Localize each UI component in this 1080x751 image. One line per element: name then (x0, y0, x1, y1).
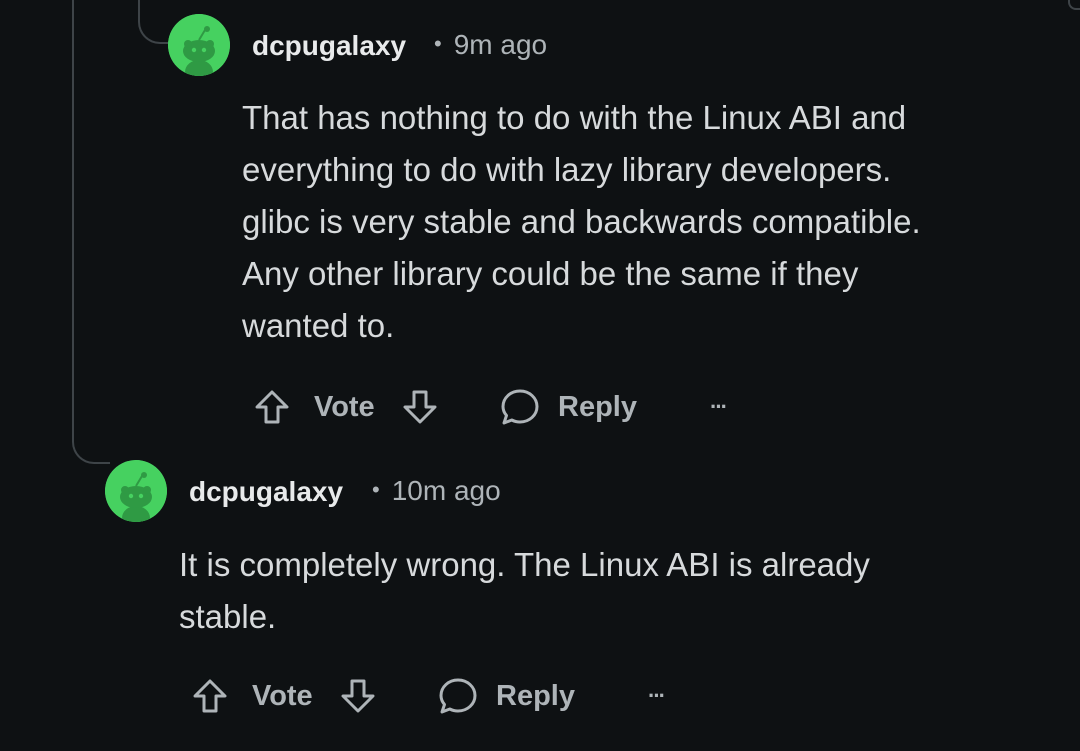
reply-bubble-icon (498, 385, 542, 429)
more-options-icon: ··· (648, 683, 666, 708)
comment-actions: Vote Reply ··· (188, 666, 708, 726)
comment-timestamp[interactable]: 10m ago (392, 475, 501, 506)
upvote-button[interactable] (188, 666, 232, 726)
snoo-avatar-icon (105, 460, 167, 522)
downvote-button[interactable] (336, 666, 380, 726)
comment-author[interactable]: dcpugalaxy (189, 476, 343, 508)
upvote-arrow-icon (188, 674, 232, 718)
reply-button[interactable]: Reply (436, 666, 575, 726)
vote-count: Vote (252, 679, 313, 712)
vote-count: Vote (314, 390, 375, 423)
comment-actions: Vote Reply ··· (250, 377, 770, 437)
reply-button[interactable]: Reply (498, 377, 637, 437)
upvote-button[interactable] (250, 377, 294, 437)
avatar[interactable] (168, 14, 230, 76)
comment-meta: • 10m ago (372, 475, 501, 507)
comment-timestamp[interactable]: 9m ago (454, 29, 547, 60)
separator-dot: • (372, 477, 380, 502)
comment: dcpugalaxy • 9m ago That has nothing to d… (0, 0, 1080, 450)
downvote-arrow-icon (336, 674, 380, 718)
more-options-button[interactable]: ··· (710, 377, 728, 437)
comment: dcpugalaxy • 10m ago It is completely wro… (0, 450, 1080, 751)
reply-bubble-icon (436, 674, 480, 718)
reply-label: Reply (558, 390, 637, 423)
comment-body: That has nothing to do with the Linux AB… (242, 99, 921, 344)
snoo-avatar-icon (168, 14, 230, 76)
separator-dot: • (434, 31, 442, 56)
reply-label: Reply (496, 679, 575, 712)
avatar[interactable] (105, 460, 167, 522)
more-options-button[interactable]: ··· (648, 666, 666, 726)
downvote-button[interactable] (398, 377, 442, 437)
comment-body: It is completely wrong. The Linux ABI is… (179, 546, 870, 635)
downvote-arrow-icon (398, 385, 442, 429)
upvote-arrow-icon (250, 385, 294, 429)
more-options-icon: ··· (710, 394, 728, 419)
comment-author[interactable]: dcpugalaxy (252, 30, 406, 62)
comment-meta: • 9m ago (434, 29, 547, 61)
